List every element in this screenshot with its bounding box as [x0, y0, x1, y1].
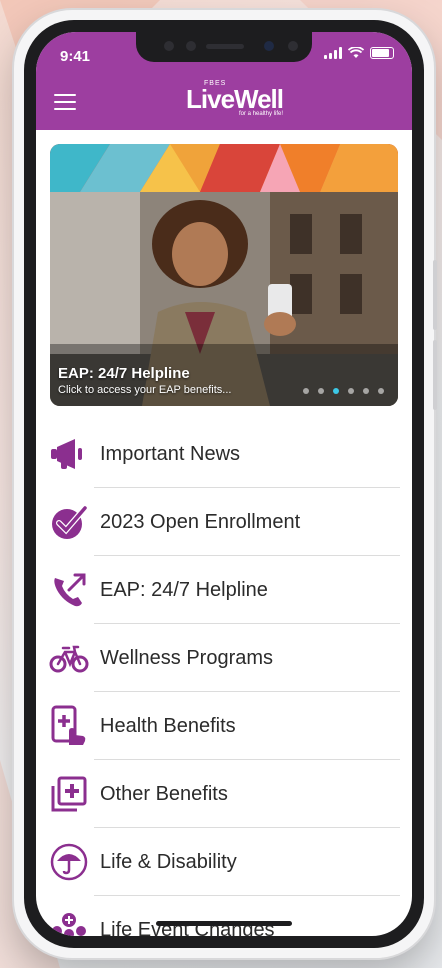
menu-item-wellness-programs[interactable]: Wellness Programs [36, 624, 412, 692]
menu-item-label: Life & Disability [100, 850, 237, 873]
status-time: 9:41 [60, 48, 91, 65]
menu-item-life-event-changes[interactable]: Life Event Changes [36, 896, 412, 936]
menu-item-health-benefits[interactable]: Health Benefits [36, 692, 412, 760]
checkmark-badge-icon [46, 499, 92, 545]
hero-subtitle: Click to access your EAP benefits... [58, 384, 232, 396]
notch [136, 32, 312, 62]
sensor-dot [164, 41, 174, 51]
menu-item-label: 2023 Open Enrollment [100, 510, 301, 533]
carousel-dot-active[interactable] [333, 388, 339, 394]
volume-button [433, 260, 437, 330]
menu-item-open-enrollment[interactable]: 2023 Open Enrollment [36, 488, 412, 556]
logo-tagline: for a healthy life! [238, 111, 284, 117]
menu-item-label: Wellness Programs [100, 646, 274, 669]
carousel-dot[interactable] [348, 388, 354, 394]
app-logo: FBES LiveWell for a healthy life! [186, 80, 284, 117]
logo-name: LiveWell [186, 84, 284, 114]
hero-title: EAP: 24/7 Helpline [58, 365, 190, 382]
carousel-dot[interactable] [378, 388, 384, 394]
carousel-dot[interactable] [318, 388, 324, 394]
sensor-dot [288, 41, 298, 51]
family-icon [46, 907, 92, 936]
phone-arrow-icon [46, 567, 92, 613]
menu-item-important-news[interactable]: Important News [36, 420, 412, 488]
front-camera [264, 41, 274, 51]
status-icons [324, 47, 394, 59]
speaker-grille [206, 44, 244, 49]
battery-icon [370, 47, 394, 59]
hero-caption: EAP: 24/7 Helpline Click to access your … [58, 365, 231, 396]
menu-item-label: EAP: 24/7 Helpline [100, 578, 268, 601]
app-screen: 9:41 FBES LiveWell for a healthy life! E… [36, 32, 412, 936]
plus-cards-icon [46, 771, 92, 817]
megaphone-icon [46, 431, 92, 477]
menu-list: Important News 2023 Open Enrollment EAP:… [36, 420, 412, 936]
phone-frame: 9:41 FBES LiveWell for a healthy life! E… [14, 10, 437, 958]
medical-tablet-icon [46, 703, 92, 749]
menu-item-label: Health Benefits [100, 714, 236, 737]
menu-item-life-disability[interactable]: Life & Disability [36, 828, 412, 896]
app-header: 9:41 FBES LiveWell for a healthy life! [36, 32, 412, 130]
menu-item-label: Important News [100, 442, 241, 465]
menu-item-other-benefits[interactable]: Other Benefits [36, 760, 412, 828]
carousel-dot[interactable] [303, 388, 309, 394]
carousel-dot[interactable] [363, 388, 369, 394]
hero-banner[interactable]: EAP: 24/7 Helpline Click to access your … [50, 144, 398, 406]
cellular-signal-icon [324, 47, 342, 59]
carousel-dots [303, 388, 384, 394]
volume-button-lower [433, 340, 437, 410]
sensor-dot [186, 41, 196, 51]
menu-item-eap-helpline[interactable]: EAP: 24/7 Helpline [36, 556, 412, 624]
umbrella-icon [46, 839, 92, 885]
logo-brand: FBES [204, 80, 227, 87]
menu-item-label: Other Benefits [100, 782, 228, 805]
home-indicator[interactable] [156, 921, 292, 926]
bicycle-icon [46, 635, 92, 681]
menu-hamburger-icon[interactable] [54, 94, 76, 115]
wifi-icon [348, 47, 364, 58]
